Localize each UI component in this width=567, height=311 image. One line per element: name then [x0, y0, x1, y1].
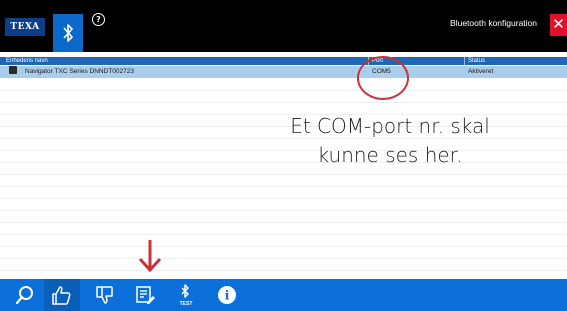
row-divider [0, 210, 567, 211]
column-separator [464, 57, 465, 65]
device-name-cell: Navigator TXC Series DNNDT002723 [25, 68, 134, 75]
bluetooth-icon [63, 24, 73, 42]
row-divider [0, 186, 567, 187]
annotation-line-2: kunne ses her. [317, 143, 463, 167]
thumbs-down-icon [96, 286, 113, 304]
window-title: Bluetooth konfiguration [450, 18, 537, 28]
info-icon: i [218, 286, 236, 304]
search-icon [15, 286, 33, 305]
bluetooth-tab[interactable] [53, 14, 83, 52]
row-divider [0, 198, 567, 199]
table-row[interactable]: Navigator TXC Series DNNDT002723 COM5 Ak… [0, 66, 567, 78]
edit-list-button[interactable] [128, 279, 164, 311]
row-divider [0, 234, 567, 235]
help-icon[interactable]: ? [92, 13, 105, 26]
column-header-status[interactable]: Status [468, 57, 485, 65]
annotation-arrow-icon [138, 240, 162, 273]
close-icon: ✕ [552, 15, 565, 33]
row-divider [0, 258, 567, 259]
thumbs-up-icon [52, 286, 71, 305]
annotation-callout: Et COM-port nr. skal kunne ses her. [230, 112, 550, 170]
row-divider [0, 222, 567, 223]
device-icon [9, 66, 17, 74]
table-header: Enhedens navn Port Status [0, 57, 567, 65]
texa-logo: TEXA [5, 18, 45, 36]
info-button[interactable]: i [210, 279, 246, 311]
annotation-circle [357, 56, 409, 100]
annotation-line-1: Et COM-port nr. skal [290, 114, 490, 138]
bottom-toolbar: TEST i [0, 279, 567, 311]
bluetooth-configuration-window: TEXA ? Bluetooth konfiguration ✕ Enheden… [0, 0, 567, 311]
row-divider [0, 270, 567, 271]
row-divider [0, 174, 567, 175]
search-button[interactable] [8, 279, 44, 311]
row-divider [0, 102, 567, 103]
thumbs-down-button[interactable] [88, 279, 124, 311]
column-header-name[interactable]: Enhedens navn [6, 57, 48, 65]
close-button[interactable]: ✕ [550, 14, 567, 36]
title-bar: TEXA ? Bluetooth konfiguration ✕ [0, 0, 567, 52]
status-cell: Aktiveret [468, 68, 494, 75]
row-divider [0, 246, 567, 247]
row-divider [0, 90, 567, 91]
edit-list-icon [136, 286, 155, 304]
test-label: TEST [179, 301, 193, 307]
thumbs-up-button[interactable] [44, 279, 80, 311]
bluetooth-test-button[interactable]: TEST [168, 279, 204, 311]
bluetooth-test-icon [181, 284, 189, 298]
svg-text:i: i [225, 289, 230, 303]
